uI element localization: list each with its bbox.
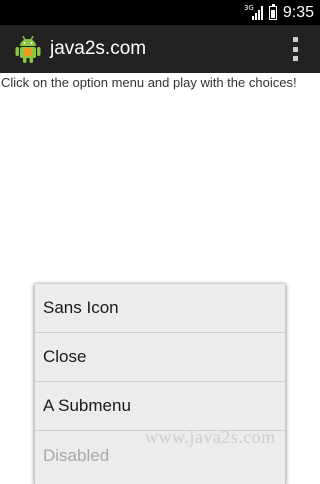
- menu-item-submenu[interactable]: A Submenu: [35, 382, 285, 431]
- network-type-label: 3G: [243, 3, 254, 12]
- status-bar: 3G 9:35: [0, 0, 320, 25]
- status-clock: 9:35: [282, 3, 314, 21]
- battery-icon: [268, 3, 277, 20]
- overflow-menu-icon[interactable]: [290, 37, 300, 61]
- instruction-text: Click on the option menu and play with t…: [1, 75, 297, 90]
- action-bar: java2s.com: [0, 25, 320, 73]
- app-title: java2s.com: [50, 38, 147, 59]
- android-icon: [15, 35, 41, 63]
- status-icons: 3G 9:35: [244, 0, 314, 25]
- menu-item-disabled: Disabled: [43, 445, 110, 465]
- options-menu: Sans Icon Close A Submenu Disabled: [34, 284, 286, 484]
- menu-item-close[interactable]: Close: [35, 333, 285, 382]
- menu-item-sans-icon[interactable]: Sans Icon: [35, 284, 285, 333]
